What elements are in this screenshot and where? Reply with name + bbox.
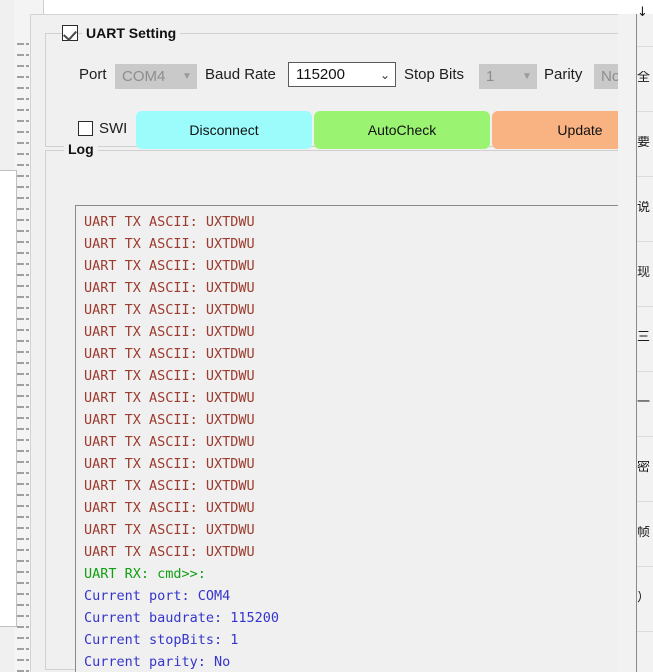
- log-line: UART RX: cmd>>:: [84, 566, 206, 582]
- baud-rate-value: 115200: [296, 66, 345, 83]
- log-line: UART TX ASCII: UXTDWU: [84, 522, 255, 538]
- log-line: Current stopBits: 1: [84, 632, 239, 648]
- background-secondary-box: [0, 170, 17, 627]
- background-row-divider: [637, 501, 653, 502]
- background-row-divider: [637, 241, 653, 242]
- background-row-divider: [637, 306, 653, 307]
- stop-bits-label: Stop Bits: [404, 66, 465, 83]
- chevron-down-icon: ⌄: [379, 67, 391, 82]
- log-line: Current port: COM4: [84, 588, 231, 604]
- log-line: UART TX ASCII: UXTDWU: [84, 456, 255, 472]
- stop-bits-combobox[interactable]: 1 ▼: [479, 64, 537, 89]
- port-combobox[interactable]: COM4 ▼: [115, 64, 197, 89]
- background-row-divider: [637, 176, 653, 177]
- log-line: UART TX ASCII: UXTDWU: [84, 346, 255, 362]
- log-line: UART TX ASCII: UXTDWU: [84, 500, 255, 516]
- log-line: UART TX ASCII: UXTDWU: [84, 368, 255, 384]
- disconnect-button[interactable]: Disconnect: [136, 111, 312, 149]
- screen: UART Setting Port COM4 ▼ Baud Rate 11520…: [0, 0, 653, 672]
- log-line: UART TX ASCII: UXTDWU: [84, 280, 255, 296]
- update-button[interactable]: Update: [492, 111, 618, 149]
- background-row-divider: [637, 111, 653, 112]
- background-cjk-text: ）: [637, 591, 651, 605]
- log-line: UART TX ASCII: UXTDWU: [84, 324, 255, 340]
- log-line: Current parity: No: [84, 654, 231, 670]
- port-value: COM4: [122, 68, 166, 85]
- background-cjk-text: 全: [637, 71, 651, 85]
- background-cjk-text: 帧: [637, 526, 651, 540]
- background-row-divider: [637, 631, 653, 632]
- log-line: UART TX ASCII: UXTDWU: [84, 214, 255, 230]
- background-row-divider: [637, 566, 653, 567]
- background-cjk-text: 说: [637, 201, 651, 215]
- log-line: UART TX ASCII: UXTDWU: [84, 478, 255, 494]
- uart-setting-title: UART Setting: [82, 25, 181, 41]
- background-cjk-text: 三: [637, 331, 651, 345]
- port-label: Port: [79, 66, 107, 83]
- parity-combobox[interactable]: No ▼: [594, 64, 618, 89]
- stop-bits-value: 1: [486, 68, 495, 85]
- log-line: UART TX ASCII: UXTDWU: [84, 302, 255, 318]
- uart-tool-window: UART Setting Port COM4 ▼ Baud Rate 11520…: [30, 14, 618, 672]
- log-line: UART TX ASCII: UXTDWU: [84, 412, 255, 428]
- log-title: Log: [64, 141, 98, 157]
- swi-checkbox[interactable]: [78, 121, 93, 136]
- background-cjk-text: 现: [637, 266, 651, 280]
- background-cjk-text: 密: [637, 461, 651, 475]
- background-cjk-text: ↓: [637, 6, 648, 20]
- log-line: Current baudrate: 115200: [84, 610, 280, 626]
- background-row-divider: [637, 371, 653, 372]
- background-row-divider: [637, 436, 653, 437]
- log-line: UART TX ASCII: UXTDWU: [84, 258, 255, 274]
- log-line: UART TX ASCII: UXTDWU: [84, 236, 255, 252]
- background-cjk-text: 一: [637, 396, 651, 410]
- parity-label: Parity: [544, 66, 583, 83]
- log-line: UART TX ASCII: UXTDWU: [84, 544, 255, 560]
- background-cjk-text: 要: [637, 136, 651, 150]
- parity-value: No: [601, 68, 618, 85]
- log-line: UART TX ASCII: UXTDWU: [84, 390, 255, 406]
- uart-setting-checkbox[interactable]: [62, 25, 78, 41]
- baud-rate-combobox[interactable]: 115200 ⌄: [288, 62, 396, 87]
- chevron-down-icon: ▼: [522, 70, 532, 82]
- autocheck-button[interactable]: AutoCheck: [314, 111, 490, 149]
- log-textarea[interactable]: UART TX ASCII: UXTDWU UART TX ASCII: UXTD…: [75, 205, 618, 672]
- background-row-divider: [637, 46, 653, 47]
- swi-label: SWI: [99, 120, 128, 137]
- chevron-down-icon: ▼: [182, 70, 192, 82]
- log-line: UART TX ASCII: UXTDWU: [84, 434, 255, 450]
- baud-rate-label: Baud Rate: [205, 66, 276, 83]
